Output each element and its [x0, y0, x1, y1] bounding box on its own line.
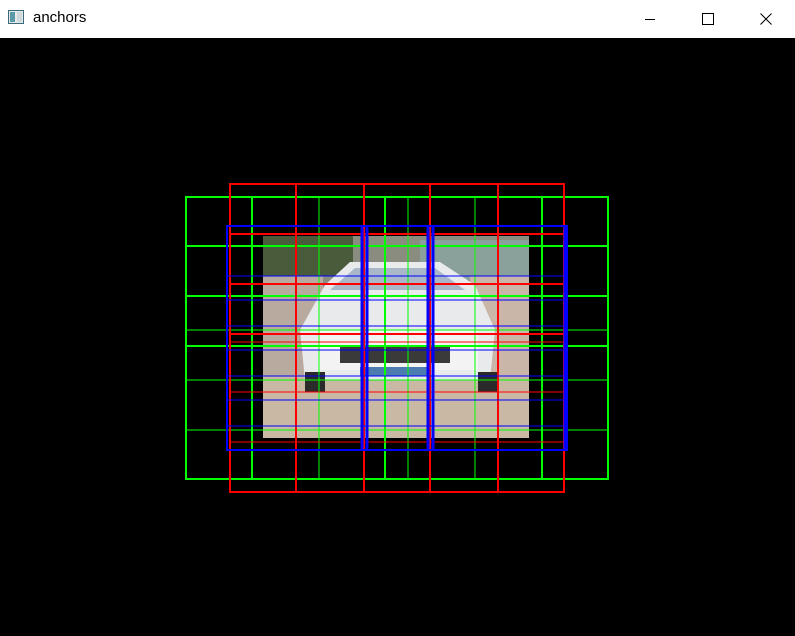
car-photo [263, 236, 529, 438]
image-canvas [0, 38, 795, 636]
window-title: anchors [33, 9, 87, 26]
minimize-button[interactable] [621, 0, 679, 38]
anchors-overlay [185, 183, 609, 493]
minimize-icon [645, 19, 655, 20]
title-bar[interactable]: anchors [0, 0, 795, 38]
app-icon [8, 10, 24, 24]
maximize-icon [702, 13, 714, 25]
app-window: anchors [0, 0, 795, 636]
close-button[interactable] [737, 0, 795, 38]
maximize-button[interactable] [679, 0, 737, 38]
close-icon [760, 13, 772, 25]
